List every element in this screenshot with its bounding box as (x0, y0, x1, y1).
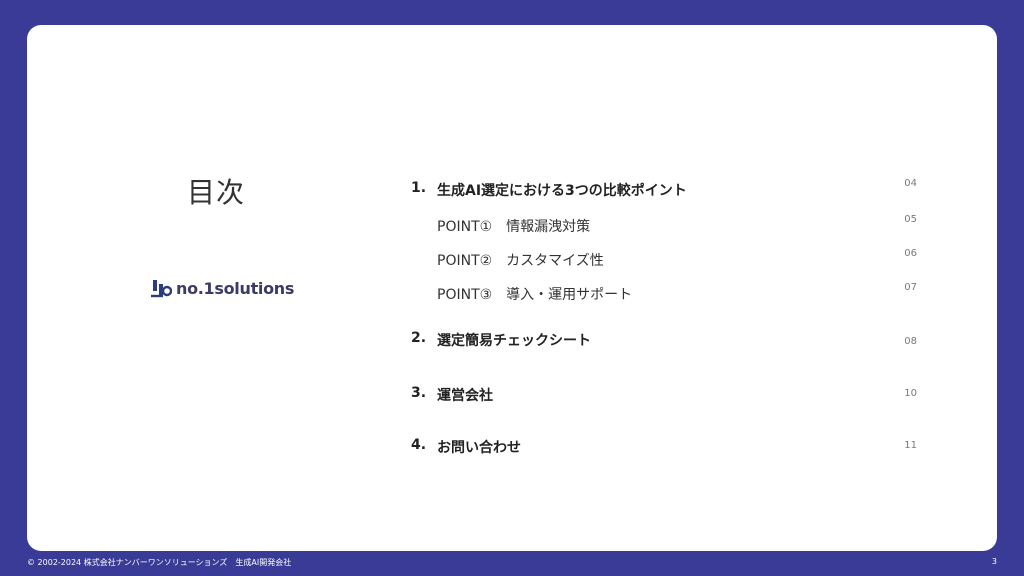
toc-subitem-label: POINT③ 導入・運用サポート (437, 287, 633, 303)
toc-item-label: お問い合わせ (437, 440, 521, 456)
toc-item[interactable]: 1. 生成AI選定における3つの比較ポイント 04 (411, 178, 917, 202)
toc-item-page: 10 (904, 388, 917, 399)
toc-item-label: 運営会社 (437, 388, 493, 404)
toc-item-label: 選定簡易チェックシート (437, 333, 591, 349)
toc-item[interactable]: 2. 選定簡易チェックシート 08 (411, 330, 917, 352)
toc-subitem[interactable]: POINT③ 導入・運用サポート 07 (411, 282, 917, 306)
toc-item-number: 4. (411, 437, 427, 453)
toc-item-label: 生成AI選定における3つの比較ポイント (437, 183, 687, 199)
toc-item-page: 04 (904, 178, 917, 189)
toc-item-page: 11 (904, 440, 917, 451)
footer-copyright: © 2002-2024 株式会社ナンバーワンソリューションズ 生成AI開発会社 (27, 558, 292, 567)
toc-item-number: 2. (411, 330, 427, 346)
toc-subitem[interactable]: POINT① 情報漏洩対策 05 (411, 214, 917, 238)
toc-item-number: 3. (411, 385, 427, 401)
toc-list: 1. 生成AI選定における3つの比較ポイント 04 POINT① 情報漏洩対策 … (27, 25, 997, 551)
slide-card: 目次 no.1solutions 1. 生成AI選定における3つの比較ポイント … (27, 25, 997, 551)
toc-subitem-page: 05 (904, 214, 917, 225)
toc-item-page: 08 (904, 336, 917, 347)
footer-page-number: 3 (991, 557, 997, 566)
toc-subitem-label: POINT② カスタマイズ性 (437, 253, 604, 269)
toc-item-number: 1. (411, 180, 427, 196)
toc-subitem-page: 06 (904, 248, 917, 259)
toc-subitem-label: POINT① 情報漏洩対策 (437, 219, 591, 235)
toc-subitem-page: 07 (904, 282, 917, 293)
toc-item[interactable]: 4. お問い合わせ 11 (411, 437, 917, 459)
toc-item[interactable]: 3. 運営会社 10 (411, 385, 917, 407)
toc-subitem[interactable]: POINT② カスタマイズ性 06 (411, 248, 917, 272)
